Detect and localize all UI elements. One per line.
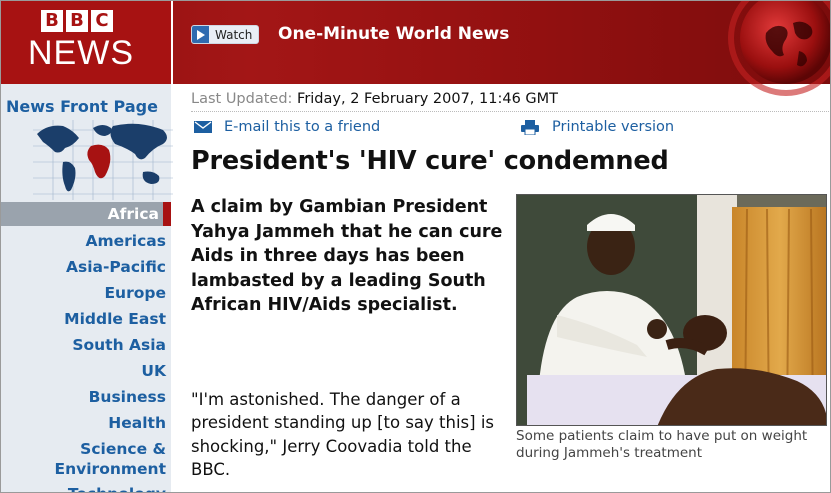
nav-item-asia-pacific[interactable]: Asia-Pacific <box>1 254 173 280</box>
bbc-letter-c: C <box>91 10 113 32</box>
photo-caption: Some patients claim to have put on weigh… <box>516 428 808 461</box>
last-updated-value: Friday, 2 February 2007, 11:46 GMT <box>297 91 559 107</box>
section-nav: Africa Americas Asia-Pacific Europe Midd… <box>1 202 173 492</box>
envelope-icon <box>194 121 212 133</box>
email-friend-link[interactable]: E-mail this to a friend <box>194 119 380 135</box>
bbc-letter-b2: B <box>66 10 88 32</box>
nav-item-middle-east[interactable]: Middle East <box>1 306 173 332</box>
last-updated: Last Updated: Friday, 2 February 2007, 1… <box>191 91 558 107</box>
watch-label: Watch <box>215 27 253 42</box>
email-friend-label: E-mail this to a friend <box>224 119 381 135</box>
body-paragraph: "I'm astonished. The danger of a preside… <box>191 390 495 479</box>
bbc-news-logo[interactable]: B B C NEWS <box>1 1 173 84</box>
divider <box>191 111 830 112</box>
bbc-blocks: B B C <box>41 10 113 32</box>
header-banner: B B C NEWS Watch One-Minute World News <box>1 1 830 96</box>
article-photo <box>516 194 827 426</box>
headline: President's 'HIV cure' condemned <box>191 146 669 176</box>
nav-item-africa[interactable]: Africa <box>1 202 171 226</box>
printable-version-link[interactable]: Printable version <box>521 119 674 135</box>
printer-icon <box>521 119 539 135</box>
globe-graphic <box>728 1 830 96</box>
news-front-page-link[interactable]: News Front Page <box>6 97 158 116</box>
photo-illustration <box>517 195 826 425</box>
nav-item-americas[interactable]: Americas <box>1 228 173 254</box>
nav-item-business[interactable]: Business <box>1 384 173 410</box>
watch-button[interactable]: Watch <box>191 25 260 44</box>
one-minute-world-news-link[interactable]: One-Minute World News <box>278 24 509 44</box>
lead-paragraph: A claim by Gambian President Yahya Jamme… <box>191 197 503 315</box>
world-map[interactable] <box>33 120 173 200</box>
nav-item-science-environment[interactable]: Science & Environment <box>1 436 173 481</box>
browser-frame: B B C NEWS Watch One-Minute World News N… <box>0 0 831 493</box>
last-updated-label: Last Updated: <box>191 91 293 107</box>
nav-item-uk[interactable]: UK <box>1 358 173 384</box>
news-wordmark: NEWS <box>28 34 134 72</box>
sidebar: News Front Page Africa Americas Asia-Pac… <box>1 84 173 492</box>
nav-item-europe[interactable]: Europe <box>1 280 173 306</box>
nav-item-technology[interactable]: Technology <box>1 481 173 492</box>
printable-version-label: Printable version <box>552 119 675 135</box>
nav-item-south-asia[interactable]: South Asia <box>1 332 173 358</box>
nav-item-health[interactable]: Health <box>1 410 173 436</box>
play-icon <box>192 26 209 43</box>
bbc-letter-b1: B <box>41 10 63 32</box>
